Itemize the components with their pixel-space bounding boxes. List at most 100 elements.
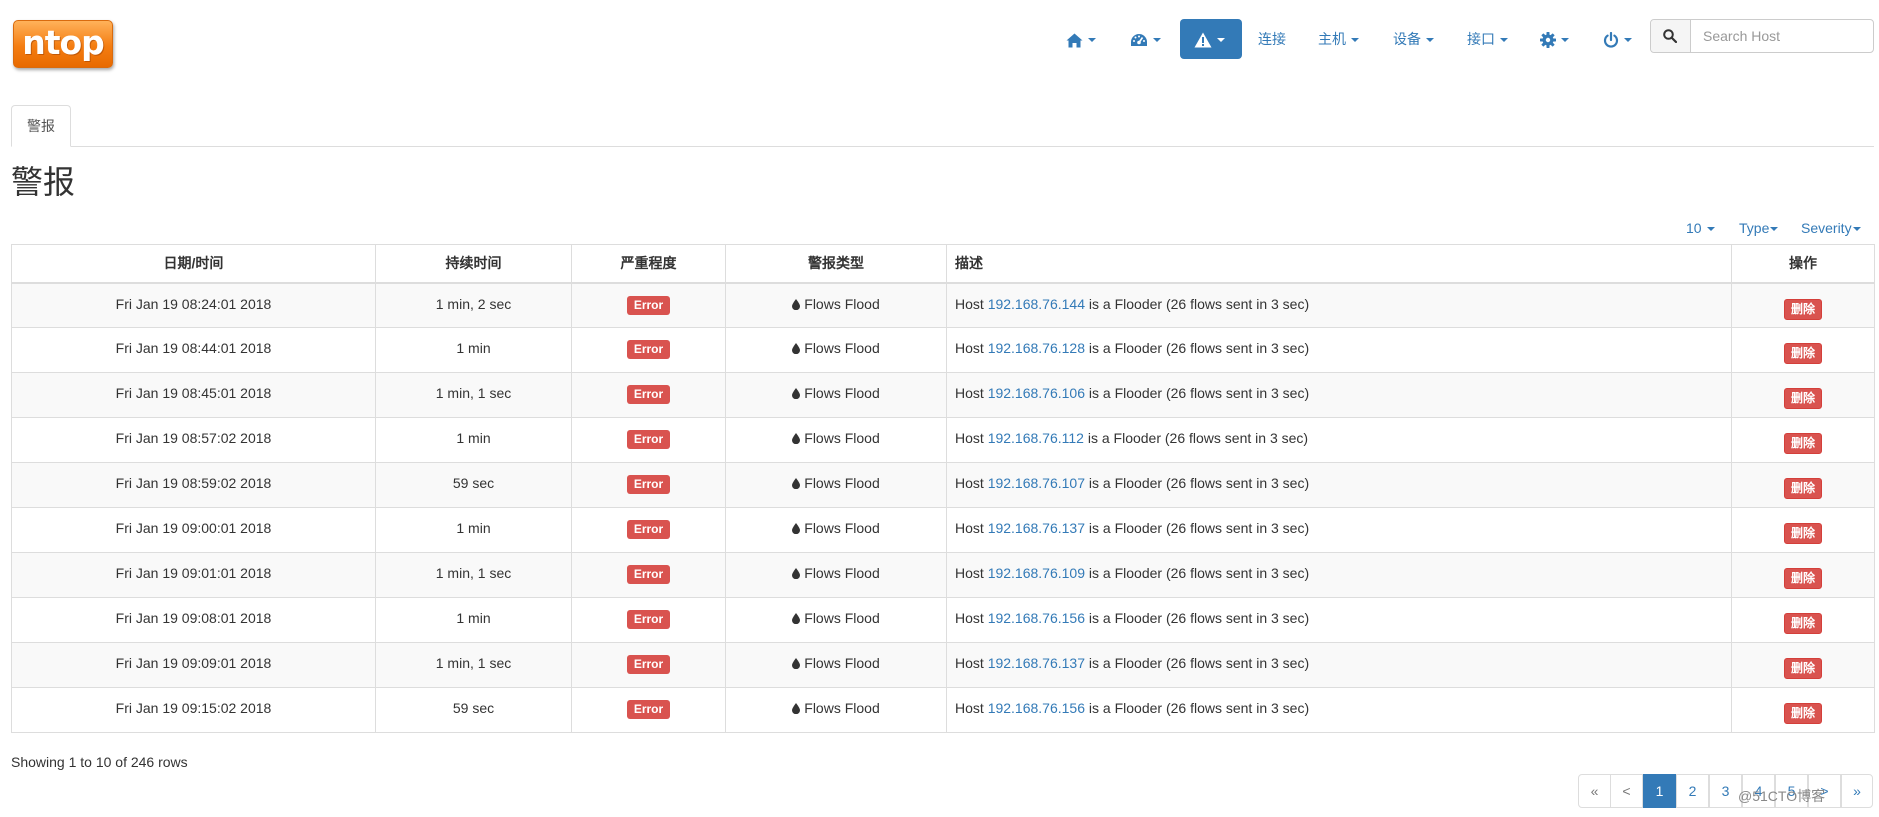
host-link[interactable]: 192.168.76.156 — [988, 700, 1085, 716]
nav-hosts-dropdown[interactable]: 主机 — [1318, 19, 1359, 59]
host-link[interactable]: 192.168.76.128 — [988, 340, 1085, 356]
alert-type-label: Flows Flood — [804, 700, 880, 716]
delete-button[interactable]: 删除 — [1783, 703, 1822, 724]
search-input[interactable] — [1691, 20, 1871, 52]
desc-suffix: is a Flooder (26 flows sent in 3 sec) — [1088, 295, 1310, 312]
table-row: Fri Jan 19 08:24:01 2018 1 min, 2 sec Er… — [11, 282, 1875, 328]
nav-interfaces-dropdown[interactable]: 接口 — [1467, 19, 1508, 59]
table-row: Fri Jan 19 08:59:02 2018 59 sec Error Fl… — [11, 462, 1875, 508]
delete-button[interactable]: 删除 — [1783, 613, 1822, 634]
nav-dashboard-dropdown[interactable] — [1130, 19, 1170, 59]
cell-duration: 59 sec — [375, 462, 572, 508]
chevron-down-icon — [1351, 38, 1359, 43]
cell-duration: 1 min, 1 sec — [375, 372, 572, 418]
nav-alerts-dropdown[interactable] — [1180, 19, 1242, 59]
rows-summary: Showing 1 to 10 of 246 rows — [11, 754, 188, 770]
desc-prefix: Host — [955, 655, 984, 671]
nav-hosts-label: 主机 — [1318, 31, 1346, 47]
cell-actions: 删除 — [1731, 372, 1875, 418]
cell-severity: Error — [571, 327, 726, 373]
tabs-divider — [11, 146, 1874, 147]
chevron-down-icon — [1153, 38, 1161, 43]
search-button[interactable] — [1651, 20, 1691, 52]
alert-type-label: Flows Flood — [804, 520, 880, 536]
nav-flows[interactable]: 连接 — [1258, 19, 1286, 59]
delete-button[interactable]: 删除 — [1783, 343, 1822, 364]
page-last-button[interactable]: » — [1841, 774, 1873, 808]
desc-suffix: is a Flooder (26 flows sent in 3 sec) — [1088, 565, 1310, 581]
type-filter-label: Type — [1739, 220, 1770, 236]
desc-prefix: Host — [955, 295, 984, 312]
delete-button[interactable]: 删除 — [1783, 523, 1822, 544]
water-drop-icon — [792, 298, 801, 310]
cell-description: Host 192.168.76.156 is a Flooder (26 flo… — [946, 687, 1732, 733]
cell-actions: 删除 — [1731, 642, 1875, 688]
alerts-table: 日期/时间 持续时间 严重程度 警报类型 描述 操作 Fri Jan 19 08… — [11, 244, 1875, 733]
cell-datetime: Fri Jan 19 08:44:01 2018 — [11, 327, 376, 373]
table-row: Fri Jan 19 09:15:02 2018 59 sec Error Fl… — [11, 687, 1875, 733]
cell-severity: Error — [571, 372, 726, 418]
host-link[interactable]: 192.168.76.156 — [988, 610, 1085, 626]
host-link[interactable]: 192.168.76.112 — [988, 430, 1084, 446]
delete-button[interactable]: 删除 — [1783, 298, 1822, 320]
cell-datetime: Fri Jan 19 09:15:02 2018 — [11, 687, 376, 733]
alert-type-label: Flows Flood — [804, 340, 880, 356]
table-header-row: 日期/时间 持续时间 严重程度 警报类型 描述 操作 — [11, 244, 1875, 284]
cell-actions: 删除 — [1731, 507, 1875, 553]
host-link[interactable]: 192.168.76.106 — [988, 385, 1085, 401]
nav-devices-dropdown[interactable]: 设备 — [1393, 19, 1434, 59]
severity-badge: Error — [626, 655, 671, 674]
desc-suffix: is a Flooder (26 flows sent in 3 sec) — [1088, 700, 1310, 716]
table-row: Fri Jan 19 09:00:01 2018 1 min Error Flo… — [11, 507, 1875, 553]
severity-badge: Error — [626, 295, 671, 315]
delete-button[interactable]: 删除 — [1783, 658, 1822, 679]
cell-actions: 删除 — [1731, 597, 1875, 643]
col-header-severity[interactable]: 严重程度 — [571, 244, 726, 284]
cell-description: Host 192.168.76.144 is a Flooder (26 flo… — [946, 282, 1732, 328]
desc-suffix: is a Flooder (26 flows sent in 3 sec) — [1088, 610, 1310, 626]
tab-alerts[interactable]: 警报 — [11, 105, 71, 147]
nav-power-dropdown[interactable] — [1603, 19, 1635, 59]
cell-duration: 59 sec — [375, 687, 572, 733]
host-link[interactable]: 192.168.76.137 — [988, 655, 1085, 671]
host-link[interactable]: 192.168.76.144 — [988, 296, 1085, 312]
chevron-down-icon — [1706, 227, 1715, 232]
cell-alert-type: Flows Flood — [725, 507, 947, 553]
ntop-logo[interactable]: ntop — [13, 20, 113, 68]
delete-button[interactable]: 删除 — [1783, 388, 1822, 409]
page-2-button[interactable]: 2 — [1676, 774, 1709, 808]
cell-alert-type: Flows Flood — [725, 597, 947, 643]
col-header-description[interactable]: 描述 — [946, 244, 1732, 284]
host-link[interactable]: 192.168.76.107 — [988, 475, 1085, 491]
col-header-actions: 操作 — [1731, 244, 1875, 284]
delete-button[interactable]: 删除 — [1783, 478, 1822, 499]
dashboard-gauge-icon — [1131, 33, 1147, 46]
delete-button[interactable]: 删除 — [1783, 433, 1822, 454]
alert-type-label: Flows Flood — [804, 655, 880, 671]
page-1-button[interactable]: 1 — [1643, 774, 1676, 808]
cell-actions: 删除 — [1731, 327, 1875, 373]
col-header-alert-type[interactable]: 警报类型 — [725, 244, 947, 284]
host-search — [1650, 19, 1874, 53]
per-page-dropdown[interactable]: 10 — [1686, 218, 1715, 238]
page-prev-button[interactable]: < — [1610, 774, 1643, 808]
col-header-datetime[interactable]: 日期/时间 — [11, 244, 376, 284]
desc-prefix: Host — [955, 430, 984, 446]
cell-description: Host 192.168.76.137 is a Flooder (26 flo… — [946, 642, 1732, 688]
chevron-down-icon — [1088, 38, 1096, 43]
col-header-duration[interactable]: 持续时间 — [375, 244, 572, 284]
host-link[interactable]: 192.168.76.137 — [988, 520, 1085, 536]
page-first-button[interactable]: « — [1578, 774, 1611, 808]
host-link[interactable]: 192.168.76.109 — [988, 565, 1085, 581]
water-drop-icon — [792, 388, 801, 399]
desc-prefix: Host — [955, 475, 984, 491]
nav-home-dropdown[interactable] — [1066, 19, 1104, 59]
severity-badge: Error — [626, 520, 671, 539]
nav-settings-dropdown[interactable] — [1540, 19, 1574, 59]
cell-datetime: Fri Jan 19 08:59:02 2018 — [11, 462, 376, 508]
cell-alert-type: Flows Flood — [725, 642, 947, 688]
severity-filter-dropdown[interactable]: Severity — [1801, 218, 1861, 238]
delete-button[interactable]: 删除 — [1783, 568, 1822, 589]
type-filter-dropdown[interactable]: Type — [1739, 218, 1779, 238]
water-drop-icon — [792, 343, 801, 354]
